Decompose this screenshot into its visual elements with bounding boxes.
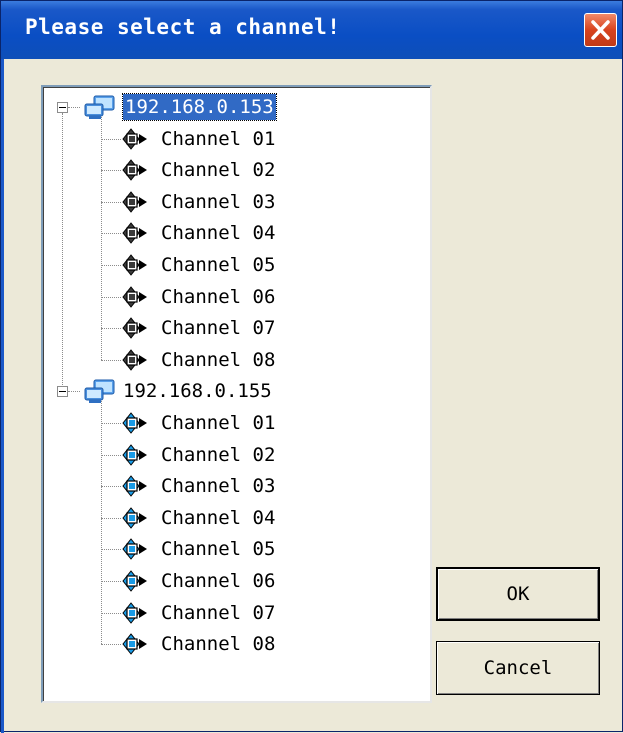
close-button[interactable] <box>584 13 617 47</box>
tree-connector <box>101 454 121 456</box>
camera-offline-icon <box>119 157 149 187</box>
camera-offline-icon <box>119 126 149 156</box>
tree-connector <box>101 612 121 614</box>
channel-item[interactable]: Channel 01 <box>161 410 275 436</box>
channel-item[interactable]: Channel 08 <box>161 347 275 373</box>
tree-connector <box>101 486 121 488</box>
camera-online-icon <box>119 568 149 598</box>
ok-button[interactable]: OK <box>436 567 600 621</box>
camera-online-icon <box>119 442 149 472</box>
channel-item[interactable]: Channel 02 <box>161 157 275 183</box>
camera-online-icon <box>119 473 149 503</box>
channel-item[interactable]: Channel 03 <box>161 189 275 215</box>
collapse-toggle[interactable] <box>57 386 68 398</box>
tree-connector <box>101 359 121 361</box>
tree-connector <box>101 233 121 235</box>
channel-item[interactable]: Channel 07 <box>161 600 275 626</box>
channel-item[interactable]: Channel 02 <box>161 442 275 468</box>
channel-item[interactable]: Channel 07 <box>161 315 275 341</box>
tree-connector <box>68 107 80 108</box>
camera-offline-icon <box>119 347 149 377</box>
channel-item[interactable]: Channel 01 <box>161 126 275 152</box>
channel-item[interactable]: Channel 04 <box>161 505 275 531</box>
close-icon <box>591 20 610 40</box>
channel-item[interactable]: Channel 06 <box>161 568 275 594</box>
camera-online-icon <box>119 631 149 661</box>
camera-offline-icon <box>119 189 149 219</box>
tree-connector <box>101 644 121 646</box>
tree-connector <box>101 517 121 519</box>
channel-item[interactable]: Channel 04 <box>161 220 275 246</box>
camera-offline-icon <box>119 252 149 282</box>
tree-connector <box>101 401 102 645</box>
channel-item[interactable]: Channel 05 <box>161 252 275 278</box>
cancel-button[interactable]: Cancel <box>436 641 600 695</box>
channel-item[interactable]: Channel 05 <box>161 536 275 562</box>
tree-connector <box>101 296 121 298</box>
tree-connector <box>101 423 121 424</box>
tree-connector <box>68 391 80 393</box>
window-border <box>1 59 4 733</box>
tree-connector <box>101 116 102 360</box>
tree-connector <box>101 201 121 203</box>
network-computer-icon <box>83 377 117 409</box>
camera-online-icon <box>119 600 149 630</box>
tree-connector <box>101 328 121 330</box>
channel-item[interactable]: Channel 03 <box>161 473 275 499</box>
channel-item[interactable]: Channel 08 <box>161 631 275 657</box>
dialog-window: Please select a channel! 192.168.0.153 Ch… <box>0 0 623 733</box>
tree-connector <box>62 113 63 388</box>
camera-online-icon <box>119 410 149 440</box>
tree-connector <box>101 138 121 140</box>
dialog-title: Please select a channel! <box>25 15 341 39</box>
camera-offline-icon <box>119 315 149 345</box>
channel-tree[interactable]: 192.168.0.153 Channel 01 Channel 02 Channel… <box>41 85 432 703</box>
camera-offline-icon <box>119 284 149 314</box>
camera-online-icon <box>119 536 149 566</box>
tree-connector <box>101 549 121 551</box>
tree-connector <box>101 581 121 582</box>
network-computer-icon <box>83 93 117 125</box>
device-node-label[interactable]: 192.168.0.153 <box>122 93 277 121</box>
tree-connector <box>101 170 121 172</box>
collapse-toggle[interactable] <box>57 102 68 113</box>
camera-online-icon <box>119 505 149 535</box>
channel-item[interactable]: Channel 06 <box>161 284 275 310</box>
device-node-label[interactable]: 192.168.0.155 <box>123 378 272 404</box>
tree-connector <box>101 265 121 266</box>
title-bar[interactable]: Please select a channel! <box>1 1 622 59</box>
camera-offline-icon <box>119 220 149 250</box>
